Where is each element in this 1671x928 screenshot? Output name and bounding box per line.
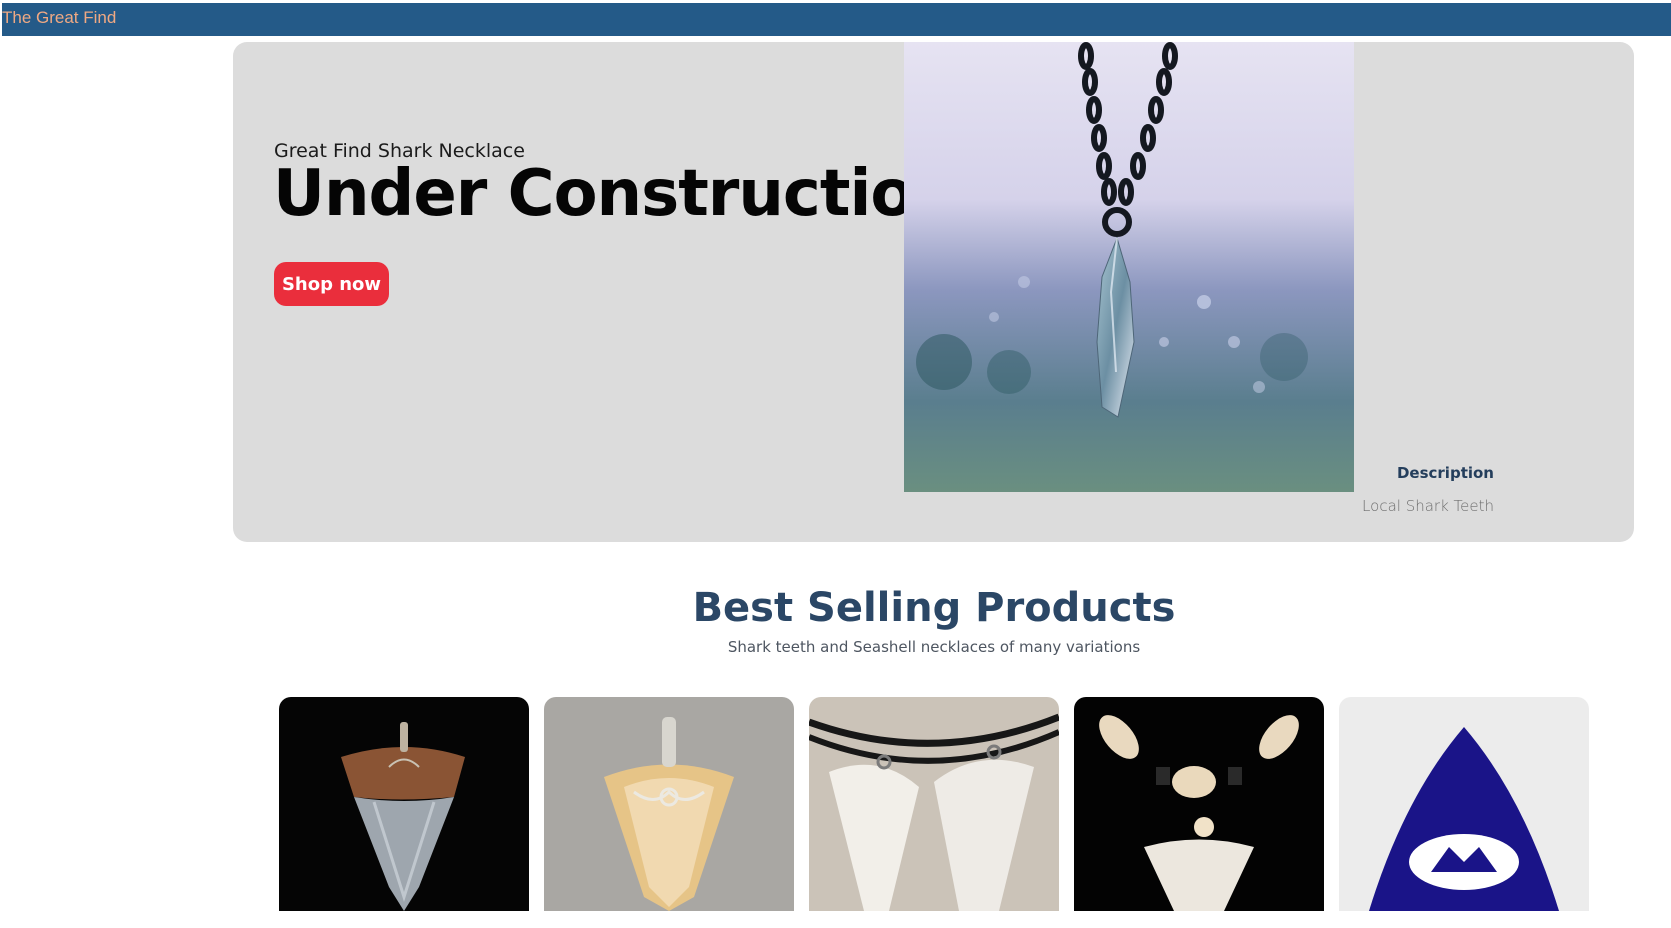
product-image <box>809 697 1059 911</box>
product-card-silver-wire-tooth[interactable] <box>544 697 794 911</box>
description-label: Description <box>1396 464 1494 482</box>
product-grid <box>279 697 1589 911</box>
product-card-two-white-teeth[interactable] <box>809 697 1059 911</box>
best-selling-title: Best Selling Products <box>692 585 1176 631</box>
shop-now-button[interactable]: Shop now <box>274 262 389 306</box>
product-card-beaded-necklace[interactable] <box>1074 697 1324 911</box>
product-card-shark-logo[interactable] <box>1339 697 1589 911</box>
hero-necklace-image <box>904 42 1354 492</box>
product-image <box>544 697 794 911</box>
hero-title: Under Construction <box>273 157 959 231</box>
brand-link[interactable]: The Great Find <box>2 6 116 30</box>
description-text: Local Shark Teeth <box>1362 497 1494 515</box>
top-navbar: The Great Find <box>2 3 1671 36</box>
product-image <box>279 697 529 911</box>
best-selling-subtitle: Shark teeth and Seashell necklaces of ma… <box>727 638 1141 656</box>
shark-fin-logo-icon <box>1339 697 1589 911</box>
product-card-wrapped-tooth[interactable] <box>279 697 529 911</box>
product-image <box>1074 697 1324 911</box>
hero-banner: Great Find Shark Necklace Under Construc… <box>233 42 1634 542</box>
